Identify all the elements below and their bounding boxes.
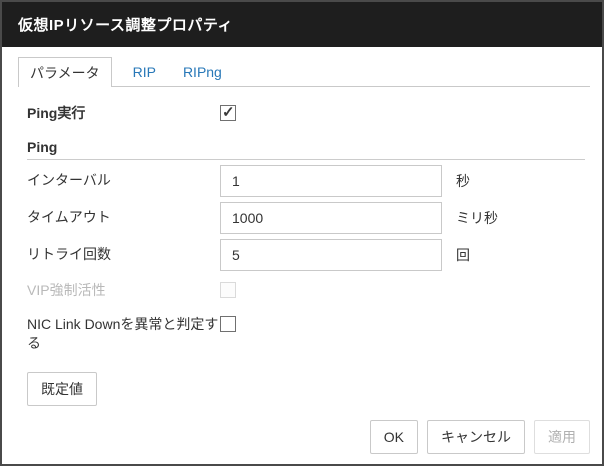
vip-force-activation-label: VIP強制活性 — [27, 281, 220, 300]
retry-count-input[interactable] — [220, 239, 442, 271]
default-values-button[interactable]: 既定値 — [27, 372, 97, 406]
tab-parameter-label: パラメータ — [30, 63, 100, 83]
apply-button: 適用 — [534, 420, 590, 454]
ok-button[interactable]: OK — [370, 420, 418, 454]
tab-ripng[interactable]: RIPng — [183, 64, 222, 80]
timeout-input[interactable] — [220, 202, 442, 234]
tab-bar: パラメータ RIP RIPng — [18, 57, 590, 87]
nic-link-down-checkbox[interactable] — [220, 316, 236, 332]
timeout-label: タイムアウト — [27, 208, 220, 227]
tab-rip[interactable]: RIP — [133, 64, 156, 80]
vip-force-activation-checkbox — [220, 282, 236, 298]
virtual-ip-resource-properties-dialog: 仮想IPリソース調整プロパティ パラメータ RIP RIPng Ping実行 P… — [0, 0, 604, 466]
nic-link-down-row: NIC Link Downを異常と判定する — [27, 315, 582, 353]
ping-section-title: Ping — [27, 139, 585, 160]
dialog-title: 仮想IPリソース調整プロパティ — [18, 14, 233, 35]
cancel-button[interactable]: キャンセル — [427, 420, 525, 454]
retry-count-unit: 回 — [456, 245, 470, 265]
vip-force-activation-row: VIP強制活性 — [27, 281, 582, 300]
interval-row: インターバル 秒 — [27, 165, 582, 197]
tab-strip: RIP RIPng — [112, 57, 590, 87]
dialog-titlebar: 仮想IPリソース調整プロパティ — [2, 2, 602, 47]
tab-panel-parameter: Ping実行 Ping インターバル 秒 タイムアウト ミリ秒 リトライ回数 回… — [2, 87, 602, 406]
retry-count-row: リトライ回数 回 — [27, 239, 582, 271]
tab-parameter[interactable]: パラメータ — [18, 57, 112, 87]
timeout-row: タイムアウト ミリ秒 — [27, 202, 582, 234]
interval-unit: 秒 — [456, 171, 470, 191]
dialog-footer: OK キャンセル 適用 — [370, 420, 590, 454]
ping-exec-checkbox[interactable] — [220, 105, 236, 121]
ping-exec-row: Ping実行 — [27, 104, 582, 123]
interval-input[interactable] — [220, 165, 442, 197]
ping-exec-label: Ping実行 — [27, 104, 220, 123]
nic-link-down-label: NIC Link Downを異常と判定する — [27, 315, 220, 353]
timeout-unit: ミリ秒 — [456, 208, 498, 228]
interval-label: インターバル — [27, 171, 220, 190]
retry-count-label: リトライ回数 — [27, 245, 220, 264]
